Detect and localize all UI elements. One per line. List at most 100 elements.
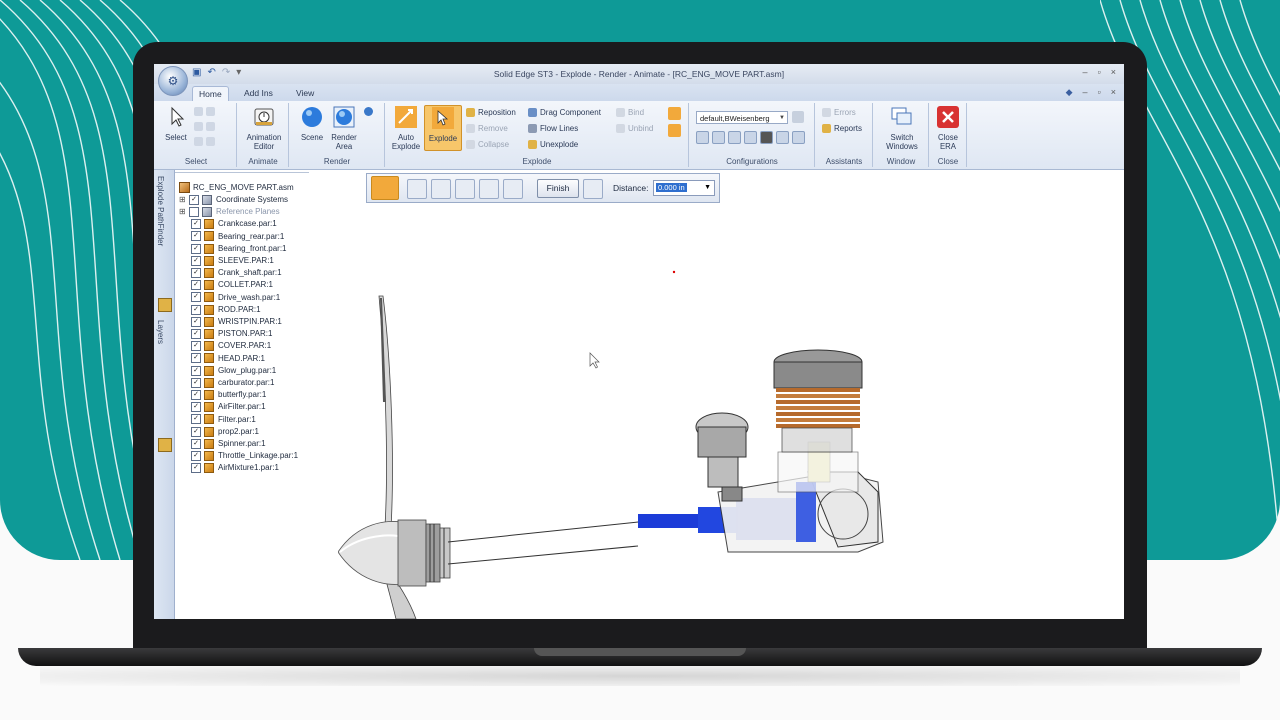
tree-item[interactable]: ⊞ Reference Planes bbox=[179, 206, 280, 218]
tree-item[interactable]: ✓ Drive_wash.par:1 bbox=[191, 292, 280, 304]
step-icon-2[interactable] bbox=[431, 179, 451, 199]
select-tool-1[interactable] bbox=[194, 107, 215, 116]
tree-item[interactable]: ✓ Spinner.par:1 bbox=[191, 438, 266, 450]
visibility-checkbox[interactable]: ✓ bbox=[191, 255, 201, 266]
visibility-checkbox[interactable]: ✓ bbox=[191, 292, 201, 303]
config-tool-6-icon[interactable] bbox=[776, 131, 789, 144]
visibility-checkbox[interactable]: ✓ bbox=[191, 438, 201, 449]
step-icon-1[interactable] bbox=[407, 179, 427, 199]
close-icon[interactable]: × bbox=[1111, 67, 1116, 77]
tree-item[interactable]: ✓ Crankcase.par:1 bbox=[191, 218, 277, 230]
visibility-checkbox[interactable]: ✓ bbox=[191, 219, 201, 230]
visibility-checkbox[interactable]: ✓ bbox=[191, 316, 201, 327]
visibility-checkbox[interactable]: ✓ bbox=[191, 353, 201, 364]
doc-close-icon[interactable]: × bbox=[1111, 87, 1116, 98]
tab-home[interactable]: Home bbox=[192, 86, 229, 102]
visibility-checkbox[interactable]: ✓ bbox=[191, 390, 201, 401]
config-tool-3-icon[interactable] bbox=[728, 131, 741, 144]
application-button[interactable]: ⚙ bbox=[158, 66, 188, 96]
visibility-checkbox[interactable]: ✓ bbox=[191, 414, 201, 425]
tree-item[interactable]: ✓ Bearing_rear.par:1 bbox=[191, 231, 284, 243]
tree-item[interactable]: ✓ PISTON.PAR:1 bbox=[191, 328, 272, 340]
tree-item[interactable]: ✓ Throttle_Linkage.par:1 bbox=[191, 450, 298, 462]
unexplode-button[interactable]: Unexplode bbox=[528, 140, 578, 149]
visibility-checkbox[interactable] bbox=[189, 207, 199, 218]
errors-button[interactable]: Errors bbox=[822, 108, 856, 117]
visibility-checkbox[interactable]: ✓ bbox=[191, 268, 201, 279]
config-tool-2-icon[interactable] bbox=[712, 131, 725, 144]
animation-editor-button[interactable]: Animation Editor bbox=[245, 105, 283, 151]
reports-button[interactable]: Reports bbox=[822, 124, 862, 133]
tree-item[interactable]: ✓ Glow_plug.par:1 bbox=[191, 365, 276, 377]
explode-option-2-icon[interactable] bbox=[668, 124, 681, 137]
visibility-checkbox[interactable]: ✓ bbox=[191, 304, 201, 315]
config-tool-1-icon[interactable] bbox=[696, 131, 709, 144]
visibility-checkbox[interactable]: ✓ bbox=[191, 451, 201, 462]
explode-button[interactable]: Explode bbox=[424, 105, 462, 151]
config-tool-4-icon[interactable] bbox=[744, 131, 757, 144]
expand-icon[interactable]: ⊞ bbox=[179, 206, 187, 218]
render-area-button[interactable]: Render Area bbox=[326, 105, 362, 151]
maximize-icon[interactable]: ▫ bbox=[1098, 67, 1101, 77]
config-tool-7-icon[interactable] bbox=[792, 131, 805, 144]
visibility-checkbox[interactable]: ✓ bbox=[191, 243, 201, 254]
close-era-button[interactable]: Close ERA bbox=[931, 105, 965, 151]
visibility-checkbox[interactable]: ✓ bbox=[189, 194, 199, 205]
options-icon[interactable] bbox=[583, 179, 603, 199]
chevron-down-icon[interactable]: ▼ bbox=[704, 181, 711, 195]
explode-option-1-icon[interactable] bbox=[668, 107, 681, 120]
scene-button[interactable]: Scene bbox=[294, 105, 330, 142]
visibility-checkbox[interactable]: ✓ bbox=[191, 341, 201, 352]
select-button[interactable]: Select bbox=[158, 105, 194, 142]
tree-item[interactable]: ✓ AirFilter.par:1 bbox=[191, 401, 266, 413]
step-icon-4[interactable] bbox=[479, 179, 499, 199]
visibility-checkbox[interactable]: ✓ bbox=[191, 329, 201, 340]
tree-item[interactable]: ✓ ROD.PAR:1 bbox=[191, 304, 261, 316]
tab-add-ins[interactable]: Add Ins bbox=[238, 86, 279, 101]
distance-input[interactable]: 0.000 in ▼ bbox=[653, 180, 715, 196]
tree-item[interactable]: ✓ COLLET.PAR:1 bbox=[191, 279, 273, 291]
tree-item[interactable]: ✓ SLEEVE.PAR:1 bbox=[191, 255, 274, 267]
tab-layers[interactable]: Layers bbox=[156, 320, 165, 344]
explode-select-icon[interactable] bbox=[371, 176, 399, 200]
tree-item[interactable]: ✓ Filter.par:1 bbox=[191, 414, 256, 426]
tree-item[interactable]: ✓ Bearing_front.par:1 bbox=[191, 243, 287, 255]
select-tool-3[interactable] bbox=[194, 137, 215, 146]
tree-item[interactable]: ✓ AirMixture1.par:1 bbox=[191, 462, 279, 474]
3d-viewport[interactable] bbox=[338, 202, 1124, 619]
doc-minimize-icon[interactable]: – bbox=[1083, 87, 1088, 98]
pathfinder-extra-icon[interactable] bbox=[158, 438, 172, 452]
render-options-button[interactable] bbox=[364, 107, 373, 116]
bind-button[interactable]: Bind bbox=[616, 108, 644, 117]
visibility-checkbox[interactable]: ✓ bbox=[191, 463, 201, 474]
tree-item[interactable]: ✓ prop2.par:1 bbox=[191, 426, 259, 438]
visibility-checkbox[interactable]: ✓ bbox=[191, 365, 201, 376]
tree-item[interactable]: ✓ COVER.PAR:1 bbox=[191, 340, 271, 352]
configuration-select[interactable]: default,BWeisenberg ▼ bbox=[696, 111, 788, 124]
step-icon-5[interactable] bbox=[503, 179, 523, 199]
visibility-checkbox[interactable]: ✓ bbox=[191, 377, 201, 388]
finish-button[interactable]: Finish bbox=[537, 179, 579, 198]
auto-explode-button[interactable]: Auto Explode bbox=[388, 105, 424, 151]
tab-view[interactable]: View bbox=[290, 86, 320, 101]
tree-item[interactable]: ✓ carburator.par:1 bbox=[191, 377, 274, 389]
switch-windows-button[interactable]: Switch Windows bbox=[882, 105, 922, 151]
camera-icon[interactable] bbox=[760, 131, 773, 144]
select-tool-2[interactable] bbox=[194, 122, 215, 131]
tab-explode-pathfinder[interactable]: Explode PathFinder bbox=[156, 176, 165, 246]
remove-button[interactable]: Remove bbox=[466, 124, 508, 133]
tree-item[interactable]: ✓ butterfly.par:1 bbox=[191, 389, 266, 401]
minimize-icon[interactable]: – bbox=[1083, 67, 1088, 77]
drag-component-button[interactable]: Drag Component bbox=[528, 108, 601, 117]
visibility-checkbox[interactable]: ✓ bbox=[191, 280, 201, 291]
expand-icon[interactable]: ⊞ bbox=[179, 194, 187, 206]
tree-root[interactable]: RC_ENG_MOVE PART.asm bbox=[179, 182, 294, 194]
doc-restore-icon[interactable]: ▫ bbox=[1098, 87, 1101, 98]
visibility-checkbox[interactable]: ✓ bbox=[191, 231, 201, 242]
tree-item[interactable]: ⊞ ✓ Coordinate Systems bbox=[179, 194, 288, 206]
flow-lines-button[interactable]: Flow Lines bbox=[528, 124, 578, 133]
layers-icon[interactable] bbox=[158, 298, 172, 312]
tree-item[interactable]: ✓ WRISTPIN.PAR:1 bbox=[191, 316, 282, 328]
visibility-checkbox[interactable]: ✓ bbox=[191, 426, 201, 437]
configuration-save-icon[interactable] bbox=[792, 111, 804, 123]
